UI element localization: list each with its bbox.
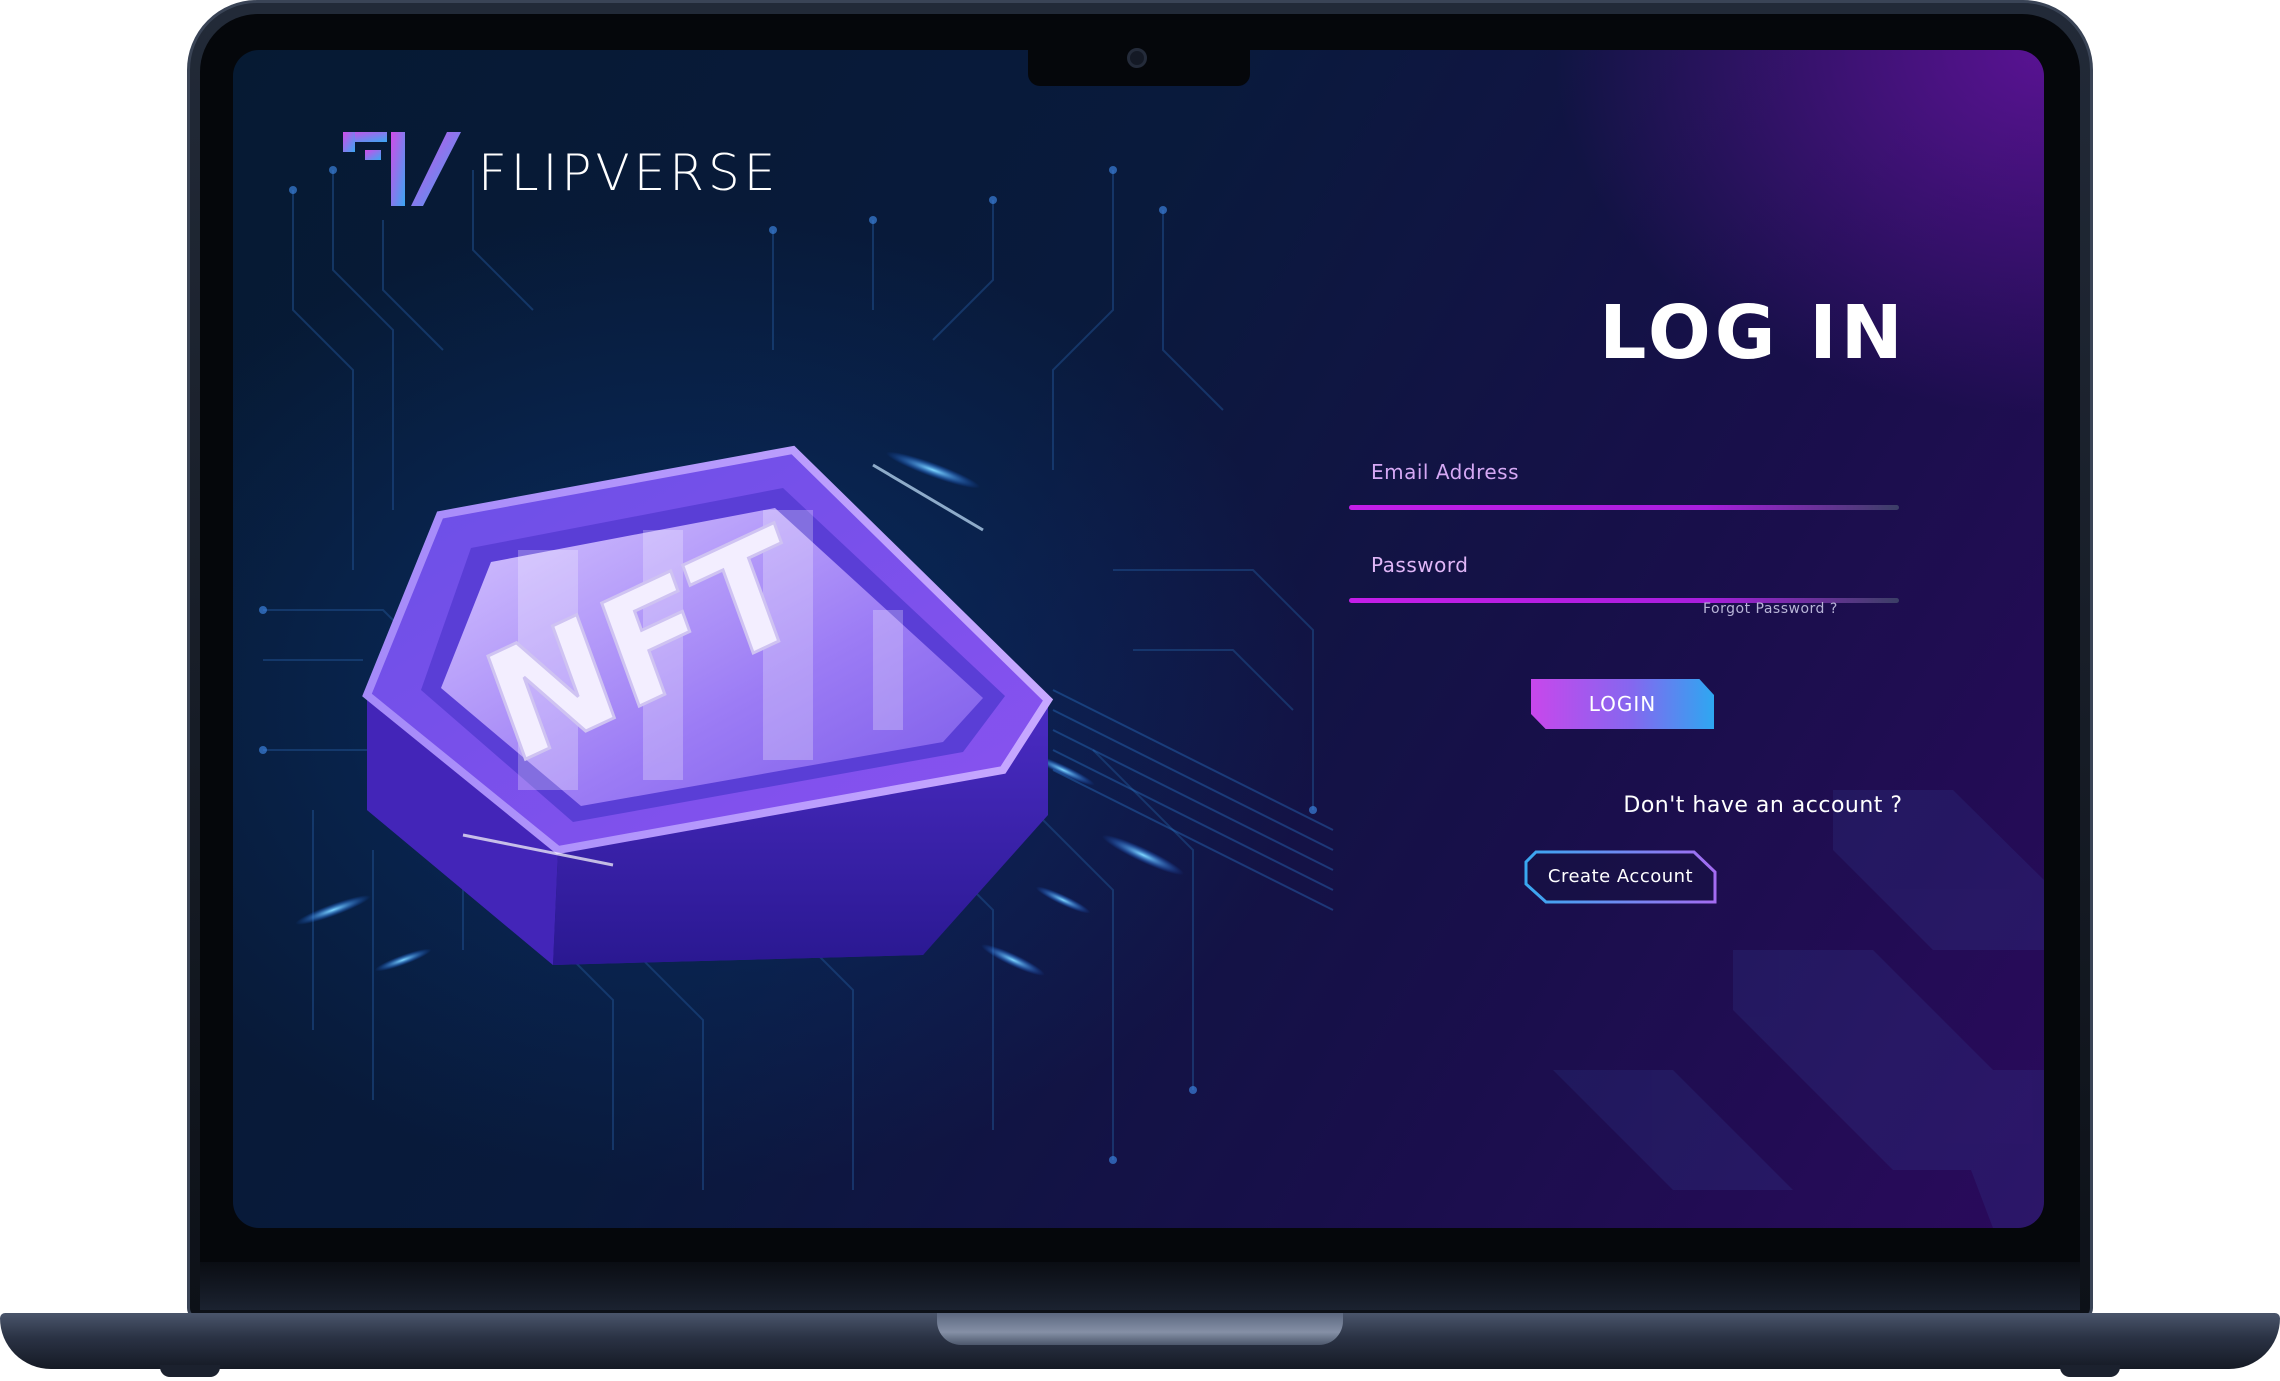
- password-field[interactable]: Password: [1349, 543, 1899, 603]
- nft-hexagon-illustration: NFT: [362, 445, 1054, 965]
- login-title: LOG IN: [1599, 290, 1907, 376]
- brand-name: FLIPVERSE: [478, 144, 780, 202]
- login-button[interactable]: LOGIN: [1531, 679, 1714, 729]
- email-field-underline: [1349, 505, 1899, 510]
- email-field-label: Email Address: [1371, 460, 1519, 484]
- laptop-base-notch: [937, 1313, 1343, 1345]
- email-field[interactable]: Email Address: [1349, 450, 1899, 510]
- laptop-mockup: FLIPVERSE NFT LOG IN Email Address Passw…: [0, 0, 2280, 1381]
- brand-logo[interactable]: FLIPVERSE: [343, 130, 775, 220]
- laptop-foot-right: [2060, 1365, 2120, 1377]
- create-account-label: Create Account: [1547, 866, 1694, 887]
- password-field-label: Password: [1371, 553, 1469, 577]
- laptop-foot-left: [160, 1365, 220, 1377]
- forgot-password-link[interactable]: Forgot Password ?: [1703, 601, 1863, 617]
- fv-logo-icon: [343, 132, 461, 206]
- laptop-hinge: [200, 1262, 2080, 1310]
- create-account-button[interactable]: Create Account: [1524, 850, 1717, 904]
- camera-icon: [1127, 48, 1147, 68]
- login-screen: FLIPVERSE NFT LOG IN Email Address Passw…: [233, 50, 2044, 1228]
- no-account-text: Don't have an account ?: [1623, 793, 1903, 818]
